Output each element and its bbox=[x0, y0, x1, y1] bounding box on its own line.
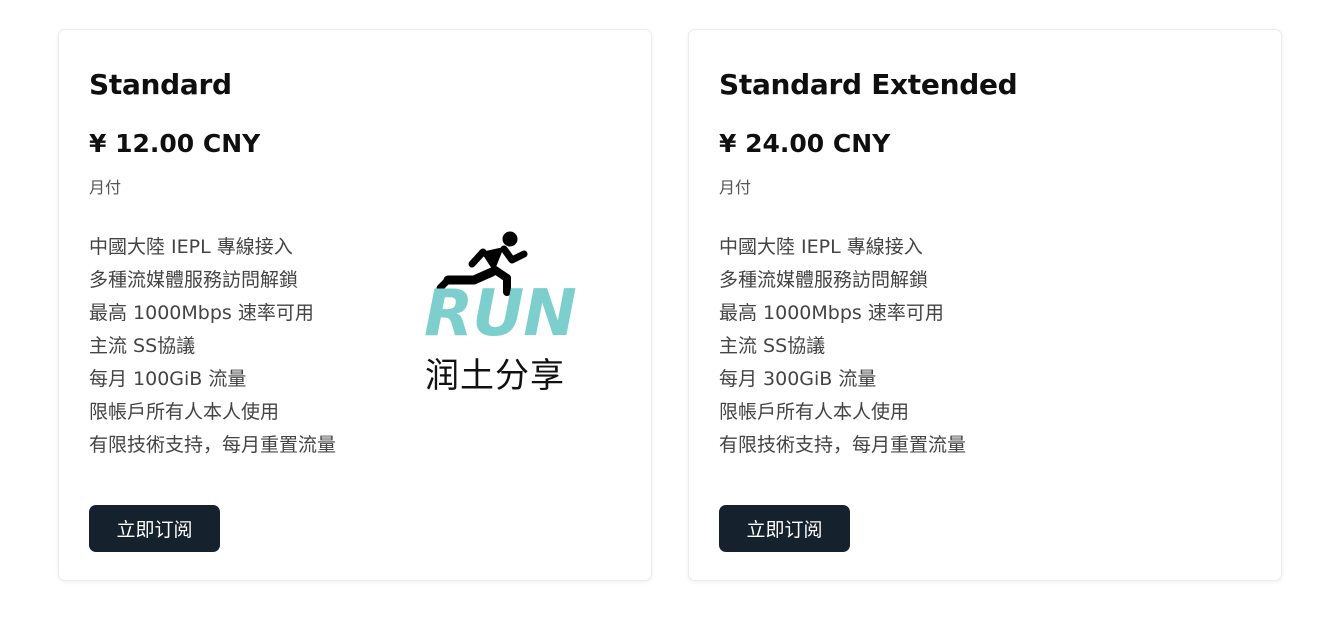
feature-item: 每月 100GiB 流量 bbox=[89, 368, 247, 390]
plan-price: ¥ 12.00 CNY bbox=[89, 129, 261, 158]
feature-item: 限帳戶所有人本人使用 bbox=[89, 401, 280, 423]
feature-item: 中國大陸 IEPL 專線接入 bbox=[719, 236, 923, 258]
logo-word: RUN bbox=[424, 277, 577, 351]
feature-item: 多種流媒體服務訪問解鎖 bbox=[719, 269, 929, 291]
plan-name: Standard Extended bbox=[719, 68, 1018, 101]
watermark-logo: RUN 润土分享 bbox=[422, 230, 592, 405]
feature-item: 最高 1000Mbps 速率可用 bbox=[89, 302, 314, 324]
feature-item: 中國大陸 IEPL 專線接入 bbox=[89, 236, 293, 258]
billing-period: 月付 bbox=[89, 178, 122, 197]
feature-item: 最高 1000Mbps 速率可用 bbox=[719, 302, 944, 324]
feature-item: 多種流媒體服務訪問解鎖 bbox=[89, 269, 299, 291]
plan-price: ¥ 24.00 CNY bbox=[719, 129, 891, 158]
billing-period: 月付 bbox=[719, 178, 752, 197]
feature-item: 主流 SS協議 bbox=[89, 335, 196, 357]
plan-name: Standard bbox=[89, 68, 232, 101]
feature-item: 主流 SS協議 bbox=[719, 335, 826, 357]
subscribe-button[interactable]: 立即订阅 bbox=[89, 505, 220, 552]
feature-list: 中國大陸 IEPL 專線接入 多種流媒體服務訪問解鎖 最高 1000Mbps 速… bbox=[89, 231, 336, 462]
feature-item: 有限技術支持，每月重置流量 bbox=[89, 434, 337, 456]
subscribe-button[interactable]: 立即订阅 bbox=[719, 505, 850, 552]
feature-item: 有限技術支持，每月重置流量 bbox=[719, 434, 967, 456]
plan-card-standard-extended: Standard Extended ¥ 24.00 CNY 月付 中國大陸 IE… bbox=[688, 29, 1282, 581]
feature-list: 中國大陸 IEPL 專線接入 多種流媒體服務訪問解鎖 最高 1000Mbps 速… bbox=[719, 231, 966, 462]
feature-item: 每月 300GiB 流量 bbox=[719, 368, 877, 390]
feature-item: 限帳戶所有人本人使用 bbox=[719, 401, 910, 423]
logo-subtitle: 润土分享 bbox=[425, 356, 565, 396]
